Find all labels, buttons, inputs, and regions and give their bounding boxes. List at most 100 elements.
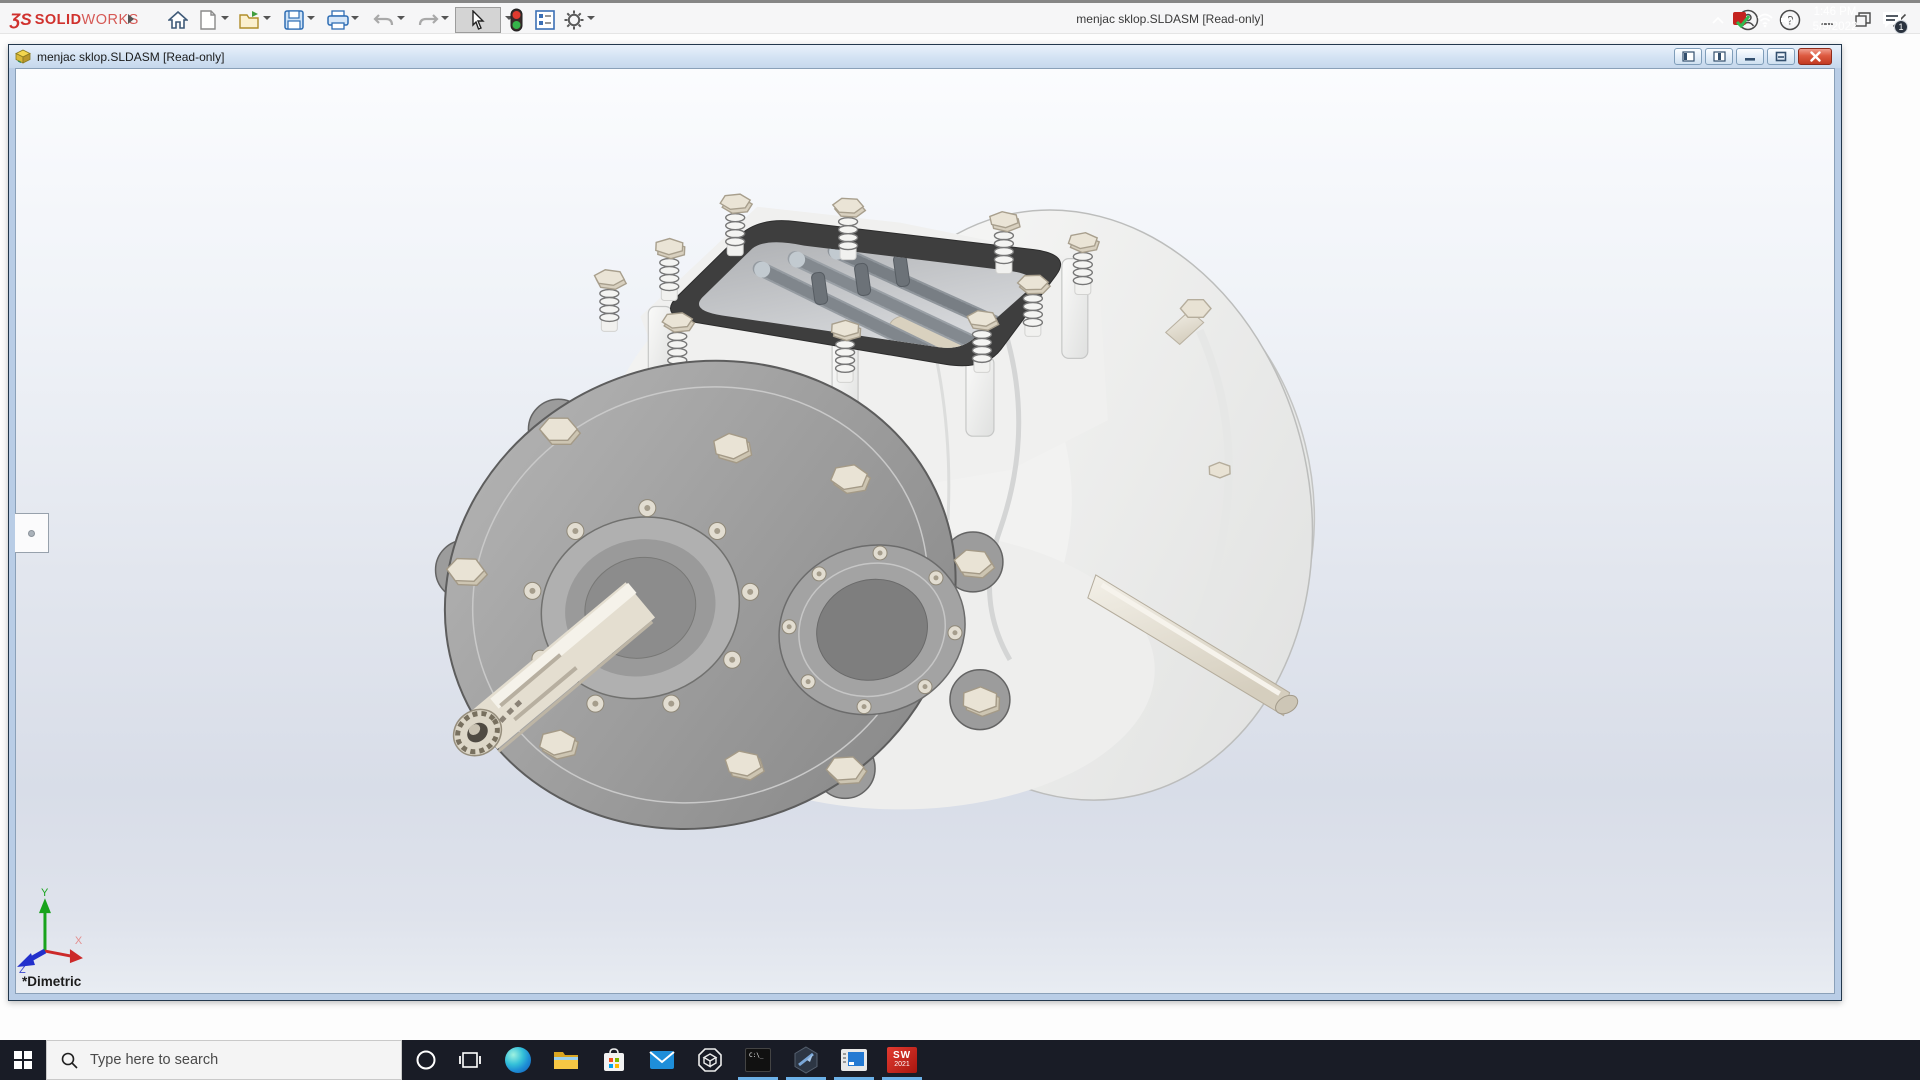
menu-expand-arrow-icon[interactable] (128, 14, 134, 24)
taskbar-app-3d-viewer[interactable] (688, 1040, 732, 1080)
boss-screw (586, 694, 605, 713)
action-center-button[interactable]: 1 (1872, 0, 1912, 40)
app-window-title: menjac sklop.SLDASM [Read-only] (1076, 12, 1264, 26)
windows-taskbar: C:\_ SW 2021 (0, 6, 1920, 1080)
undo-button[interactable] (371, 8, 397, 32)
triad-y-label: Y (41, 887, 49, 899)
collapse-tab-dot-icon (28, 530, 35, 537)
save-icon (284, 10, 304, 30)
cover-screw (928, 570, 944, 586)
graphics-viewport[interactable]: Z Y X *Dimetric (15, 68, 1835, 994)
home-button[interactable] (165, 8, 191, 32)
tray-date: 5/9/2022 (1812, 21, 1858, 33)
taskbar-app-edrawings[interactable] (784, 1040, 828, 1080)
options-button[interactable] (561, 8, 587, 32)
home-icon (168, 11, 188, 29)
pane-right-button[interactable] (1705, 48, 1733, 65)
boss-screw (638, 499, 657, 518)
tray-volume[interactable] (1777, 0, 1801, 40)
boss-screw (708, 522, 727, 540)
cover-screw (781, 619, 797, 635)
cover-screw (947, 625, 963, 641)
notification-badge: 1 (1894, 20, 1908, 34)
redo-icon (418, 14, 439, 26)
file-properties-icon (535, 10, 555, 30)
file-properties-button[interactable] (532, 8, 558, 32)
windows-logo-icon (14, 1051, 32, 1069)
start-button[interactable] (0, 1040, 46, 1080)
rebuild-button[interactable] (504, 8, 528, 32)
app-titlebar: ƷS SOLID WORKS menjac sklop.SLDASM [Read… (0, 3, 1920, 34)
edrawings-icon (794, 1046, 818, 1074)
document-window: menjac sklop.SLDASM [Read-only] Z Y X *D… (8, 44, 1842, 1001)
open-button[interactable] (237, 8, 263, 32)
save-caret-icon[interactable] (307, 16, 315, 20)
pane-left-button[interactable] (1674, 48, 1702, 65)
new-document-caret-icon[interactable] (221, 16, 229, 20)
file-explorer-icon (554, 1052, 578, 1069)
doc-restore-button[interactable] (1767, 48, 1795, 65)
gearbox-model[interactable]: Z Y X (16, 69, 1834, 993)
gearbox-assembly[interactable] (384, 165, 1367, 895)
solidworks-logo-glyph: ƷS (10, 10, 32, 29)
feature-panel-collapse-tab[interactable] (15, 513, 49, 553)
pane-left-icon (1681, 51, 1695, 62)
view-orientation-label: *Dimetric (22, 974, 82, 989)
tray-network[interactable] (1753, 0, 1777, 40)
open-caret-icon[interactable] (263, 16, 271, 20)
print-button[interactable] (325, 8, 351, 32)
orientation-triad: Z Y X (16, 887, 83, 976)
cover-screw (856, 699, 872, 715)
solidworks-logo: ƷS SOLID WORKS (10, 10, 139, 29)
solidworks-check-icon (1733, 12, 1750, 29)
redo-caret-icon[interactable] (441, 16, 449, 20)
new-document-button[interactable] (195, 8, 221, 32)
search-icon (61, 1052, 78, 1069)
options-caret-icon[interactable] (587, 16, 595, 20)
taskbar-search[interactable] (46, 1040, 402, 1080)
command-prompt-icon: C:\_ (745, 1048, 771, 1072)
undo-caret-icon[interactable] (397, 16, 405, 20)
mail-icon (649, 1051, 675, 1069)
undo-icon (373, 14, 394, 26)
cover-bolt (593, 269, 628, 332)
cover-screw (800, 674, 816, 690)
microsoft-store-icon (604, 1048, 624, 1071)
taskbar-app-mail[interactable] (640, 1040, 684, 1080)
pane-right-icon (1712, 51, 1726, 62)
boss-screw (566, 522, 585, 540)
taskbar-app-command-prompt[interactable]: C:\_ (736, 1040, 780, 1080)
taskbar-app-file-explorer[interactable] (544, 1040, 588, 1080)
display-app-icon (841, 1049, 867, 1071)
select-tool-button[interactable] (455, 7, 501, 33)
doc-minimize-button[interactable] (1736, 48, 1764, 65)
taskbar-app-solidworks[interactable]: SW 2021 (880, 1040, 924, 1080)
print-icon (327, 10, 349, 30)
taskbar-app-edge[interactable] (496, 1040, 540, 1080)
wifi-icon (1757, 13, 1773, 28)
task-view-button[interactable] (448, 1040, 492, 1080)
solidworks-2021-icon: SW 2021 (887, 1047, 917, 1073)
document-titlebar[interactable]: menjac sklop.SLDASM [Read-only] (9, 45, 1841, 68)
assembly-icon (15, 49, 31, 64)
tray-time: 1:46 PM (1813, 6, 1857, 18)
print-caret-icon[interactable] (351, 16, 359, 20)
doc-restore-icon (1775, 51, 1787, 62)
tray-clock[interactable]: 1:46 PM 5/9/2022 (1802, 5, 1868, 1075)
chevron-up-icon (1712, 16, 1724, 24)
tray-solidworks-status[interactable] (1729, 0, 1753, 40)
cortana-button[interactable] (404, 1040, 448, 1080)
cover-screw (811, 566, 827, 582)
boss-screw (662, 694, 681, 713)
search-input[interactable] (90, 1052, 370, 1068)
new-document-icon (200, 10, 216, 30)
redo-button[interactable] (415, 8, 441, 32)
cover-screw (917, 679, 933, 695)
task-view-icon (459, 1052, 481, 1068)
cover-screw (872, 545, 888, 561)
boss-screw (723, 650, 742, 669)
taskbar-app-display-app[interactable] (832, 1040, 876, 1080)
save-button[interactable] (281, 8, 307, 32)
taskbar-app-store[interactable] (592, 1040, 636, 1080)
tray-expand-button[interactable] (1706, 0, 1730, 40)
